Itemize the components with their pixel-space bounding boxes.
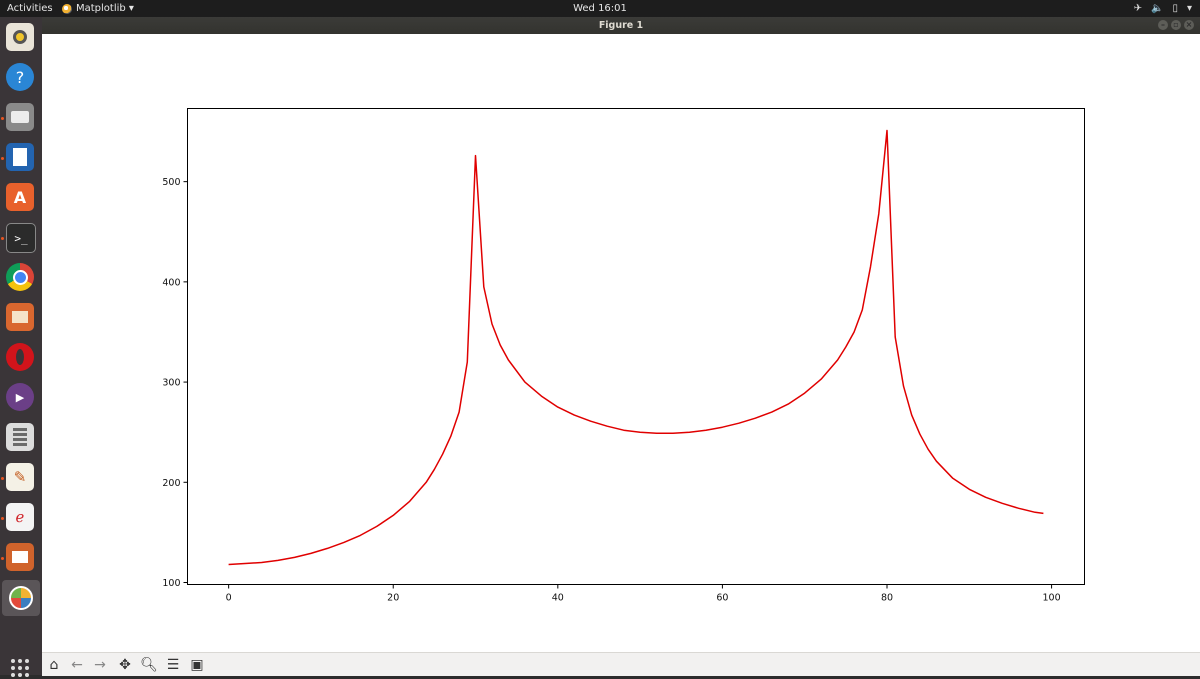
running-indicator bbox=[1, 477, 4, 480]
back-icon[interactable]: ← bbox=[67, 655, 87, 674]
x-axis: 0 20 40 60 80 100 bbox=[226, 584, 1061, 604]
pdf-viewer-icon[interactable]: ℯ bbox=[6, 503, 34, 531]
y-tick-label: 400 bbox=[162, 277, 180, 288]
battery-icon[interactable]: ▯ bbox=[1172, 2, 1178, 15]
calculator-icon[interactable] bbox=[6, 423, 34, 451]
running-indicator bbox=[1, 157, 4, 160]
top-bar: Activities Matplotlib ▾ Wed 16:01 ✈ 🔈 ▯ … bbox=[0, 0, 1200, 17]
system-menu-icon[interactable]: ▾ bbox=[1187, 2, 1192, 15]
running-indicator bbox=[1, 517, 4, 520]
x-tick-label: 80 bbox=[881, 593, 893, 604]
navigation-toolbar: ⌂ ← → ✥ 🔍︎ ☰ ▣ bbox=[42, 652, 1200, 676]
y-tick-label: 500 bbox=[162, 177, 180, 188]
software-icon[interactable]: A bbox=[6, 183, 34, 211]
y-tick-label: 100 bbox=[162, 578, 180, 589]
python-icon[interactable] bbox=[2, 580, 40, 616]
running-indicator bbox=[1, 557, 4, 560]
close-icon[interactable]: × bbox=[1184, 20, 1194, 30]
configure-subplots-icon[interactable]: ☰ bbox=[163, 655, 183, 674]
save-icon[interactable]: ▣ bbox=[187, 655, 207, 674]
window-titlebar[interactable]: Figure 1 – ▫ × bbox=[42, 17, 1200, 34]
chrome-icon[interactable] bbox=[6, 263, 34, 291]
x-tick-label: 20 bbox=[387, 593, 399, 604]
minimize-icon[interactable]: – bbox=[1158, 20, 1168, 30]
clock[interactable]: Wed 16:01 bbox=[0, 2, 1200, 15]
player-icon[interactable]: ▶ bbox=[6, 383, 34, 411]
y-tick-label: 200 bbox=[162, 478, 180, 489]
x-tick-label: 0 bbox=[226, 593, 232, 604]
figure-canvas[interactable]: 0 20 40 60 80 100 100 200 300 400 500 bbox=[42, 34, 1200, 652]
volume-icon[interactable]: 🔈 bbox=[1151, 2, 1163, 15]
home-icon[interactable]: ⌂ bbox=[44, 655, 64, 674]
opera-icon[interactable] bbox=[6, 343, 34, 371]
window-title: Figure 1 bbox=[598, 20, 644, 31]
series-line bbox=[228, 129, 1044, 566]
running-indicator bbox=[1, 117, 4, 120]
impress-icon[interactable] bbox=[6, 543, 34, 571]
maximize-icon[interactable]: ▫ bbox=[1171, 20, 1181, 30]
terminal-icon[interactable]: >_ bbox=[6, 223, 36, 253]
x-tick-label: 100 bbox=[1043, 593, 1061, 604]
help-icon[interactable]: ? bbox=[6, 63, 34, 91]
y-tick-label: 300 bbox=[162, 378, 180, 389]
y-axis: 100 200 300 400 500 bbox=[162, 177, 188, 589]
x-tick-label: 60 bbox=[716, 593, 728, 604]
x-tick-label: 40 bbox=[552, 593, 564, 604]
axes-frame bbox=[187, 108, 1085, 585]
photos-icon[interactable] bbox=[6, 303, 34, 331]
airplane-icon[interactable]: ✈ bbox=[1134, 2, 1142, 15]
pan-icon[interactable]: ✥ bbox=[115, 655, 135, 674]
launcher-dock: ? A >_ ▶ ✎ ℯ bbox=[0, 17, 42, 677]
writer-icon[interactable] bbox=[6, 143, 34, 171]
running-indicator bbox=[1, 237, 4, 240]
text-editor-icon[interactable]: ✎ bbox=[6, 463, 34, 491]
zoom-icon[interactable]: 🔍︎ bbox=[139, 655, 159, 674]
system-tray[interactable]: ✈ 🔈 ▯ ▾ bbox=[1134, 2, 1192, 15]
forward-icon[interactable]: → bbox=[90, 655, 110, 674]
files-icon[interactable] bbox=[6, 103, 34, 131]
rhythmbox-icon[interactable] bbox=[6, 23, 34, 51]
show-applications-icon[interactable] bbox=[9, 657, 31, 679]
line-chart: 0 20 40 60 80 100 100 200 300 400 500 bbox=[162, 108, 1085, 604]
